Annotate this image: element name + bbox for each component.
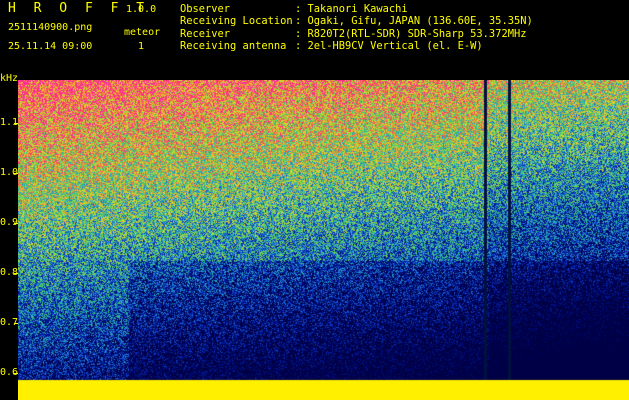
frequency-unit-label: kHz xyxy=(0,73,19,84)
header: H R O F F T 1.0.0 2511140900.png 25.11.1… xyxy=(0,0,629,74)
app-version: 1.0.0 xyxy=(126,4,157,15)
spectrogram xyxy=(18,80,629,400)
capture-date: 25.11.14 09:00 xyxy=(8,41,93,52)
info-row-observer: Observer: Takanori Kawachi xyxy=(180,3,408,15)
meteor-label: meteor xyxy=(124,27,161,38)
meteor-count: 1 xyxy=(138,41,145,52)
spectrogram-canvas xyxy=(18,80,629,400)
info-row-antenna: Receiving antenna: 2el-HB9CV Vertical (e… xyxy=(180,40,483,53)
station-info: Observer: Takanori Kawachi Receiving Loc… xyxy=(180,3,533,53)
info-row-location: Receiving Location: Ogaki, Gifu, JAPAN (… xyxy=(180,15,533,28)
info-row-receiver: Receiver: R820T2(RTL-SDR) SDR-Sharp 53.3… xyxy=(180,27,527,40)
file-name: 2511140900.png xyxy=(8,22,93,33)
